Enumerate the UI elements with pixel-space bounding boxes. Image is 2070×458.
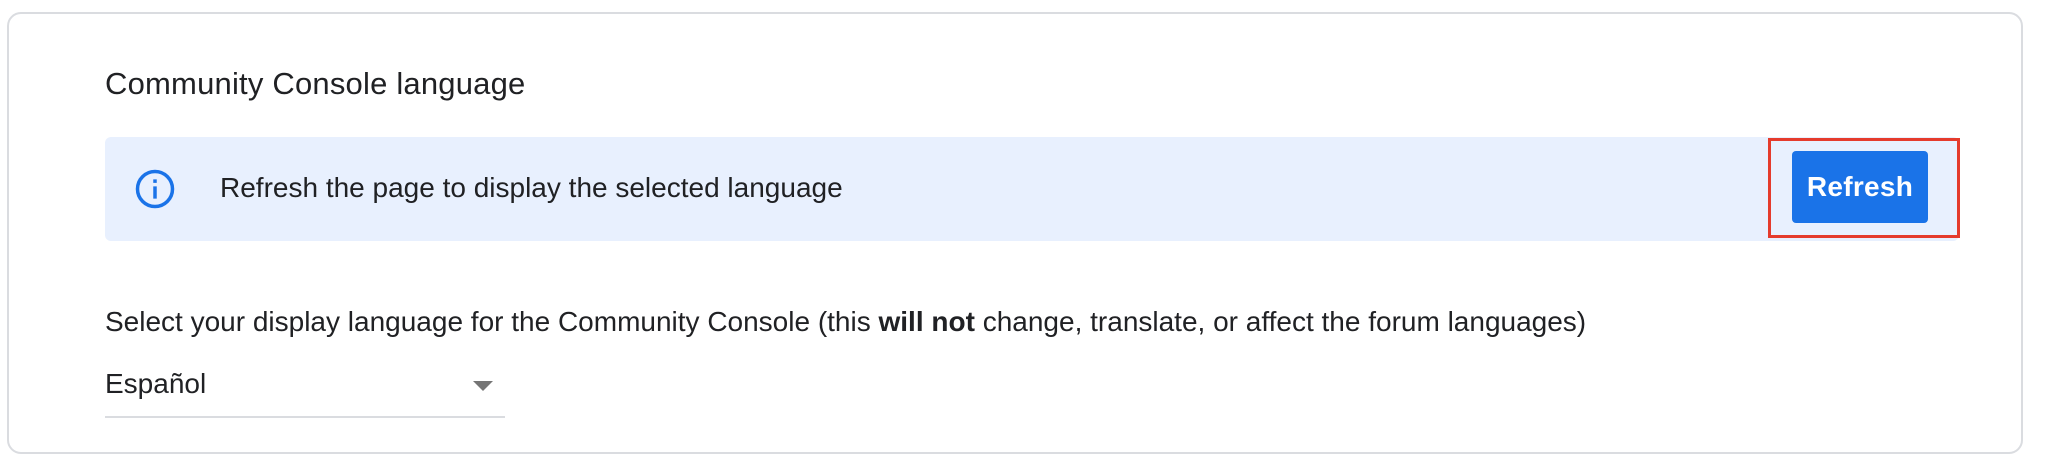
language-description: Select your display language for the Com…: [105, 306, 1586, 338]
selected-language: Español: [105, 368, 207, 399]
section-title: Community Console language: [105, 66, 526, 101]
info-icon: [135, 169, 175, 209]
description-emphasis: will not: [878, 306, 975, 337]
language-settings-card: Community Console language Refresh the p…: [7, 12, 2023, 454]
info-banner: Refresh the page to display the selected…: [105, 137, 1959, 241]
triangle-down-icon: [473, 381, 493, 391]
language-select[interactable]: Español: [105, 358, 505, 418]
description-suffix: change, translate, or affect the forum l…: [974, 306, 1587, 337]
refresh-button[interactable]: Refresh: [1792, 151, 1928, 223]
description-prefix: Select your display language for the Com…: [105, 306, 879, 337]
banner-message: Refresh the page to display the selected…: [220, 172, 843, 203]
